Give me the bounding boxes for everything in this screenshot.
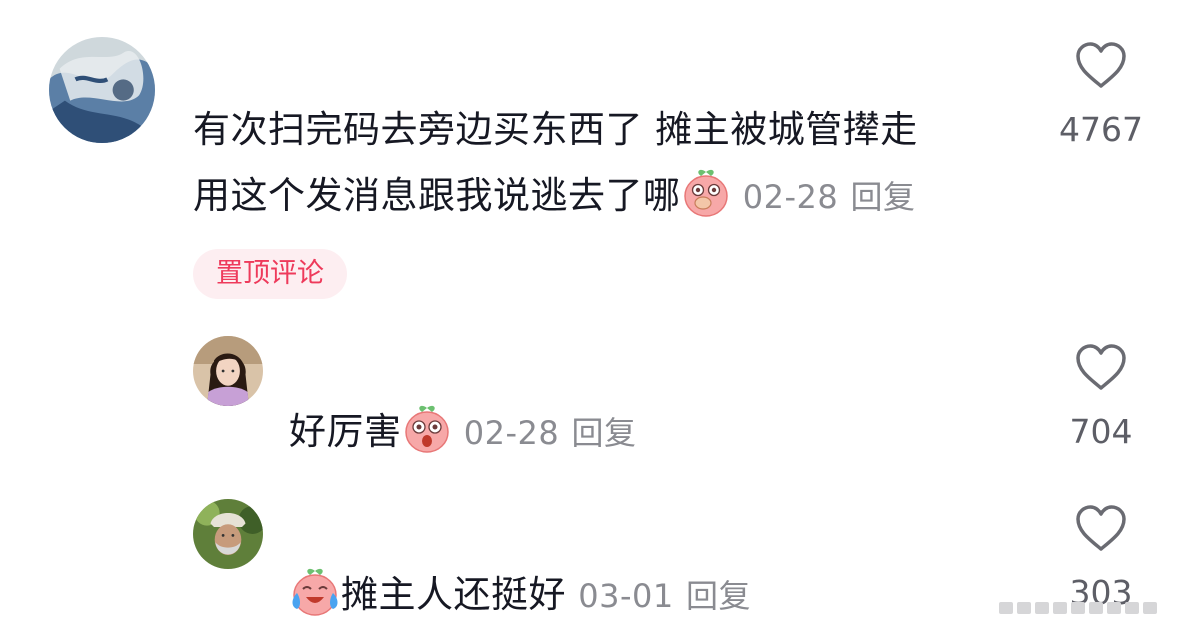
crying-laughing-peach-emoji: [289, 567, 341, 637]
covering-mouth-peach-emoji: [681, 168, 731, 238]
reply-date: 03-01: [578, 577, 674, 615]
reply-date: 02-28: [463, 414, 560, 452]
commenter-avatar[interactable]: [49, 37, 155, 143]
reply-button[interactable]: 回复: [686, 577, 751, 615]
watermark: [999, 599, 1169, 617]
shocked-peach-emoji: [402, 404, 452, 474]
heart-outline-icon[interactable]: [1046, 42, 1156, 94]
reply-text: 好厉害: [289, 410, 402, 453]
reply-text-row: 好厉害 02-28 回复: [289, 400, 637, 474]
reply-avatar[interactable]: [193, 499, 263, 569]
like-count: 704: [1069, 412, 1133, 451]
reply-text-row: 摊主人还挺好 03-01 回复: [289, 563, 751, 637]
like-button[interactable]: 704: [1046, 344, 1156, 451]
comment-text-line1: 有次扫完码去旁边买东西了 摊主被城管撵走: [193, 108, 918, 151]
like-count: 4767: [1059, 110, 1143, 149]
reply-button[interactable]: 回复: [572, 414, 637, 452]
reply-avatar[interactable]: [193, 336, 263, 406]
pinned-comment-badge: 置顶评论: [193, 249, 347, 299]
heart-outline-icon[interactable]: [1046, 344, 1156, 396]
heart-outline-icon[interactable]: [1046, 505, 1156, 557]
like-button[interactable]: 4767: [1046, 42, 1156, 149]
reply-button[interactable]: 回复: [851, 178, 916, 216]
like-button[interactable]: 303: [1046, 505, 1156, 612]
comment-text-line2: 用这个发消息跟我说逃去了哪: [193, 174, 681, 217]
reply-text: 摊主人还挺好: [341, 573, 566, 616]
comment-date: 02-28: [742, 178, 839, 216]
comment-text-line2-row: 用这个发消息跟我说逃去了哪 02-28 回复: [193, 164, 916, 238]
